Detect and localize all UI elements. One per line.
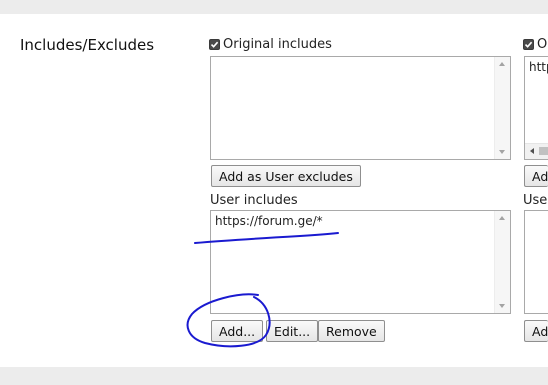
right-textarea-text: http: [529, 60, 548, 74]
right-checkbox-label: O: [537, 37, 548, 52]
scroll-up-icon[interactable]: [499, 216, 505, 220]
add-button[interactable]: Add...: [211, 320, 264, 342]
right-user-label: User: [523, 193, 548, 208]
scroll-down-icon[interactable]: [499, 150, 505, 154]
horizontal-scrollbar[interactable]: [525, 143, 548, 159]
scroll-up-icon[interactable]: [499, 62, 505, 66]
scrollbar-thumb[interactable]: [539, 147, 548, 155]
vertical-scrollbar[interactable]: [494, 211, 510, 313]
original-includes-label: Original includes: [223, 37, 332, 52]
remove-button[interactable]: Remove: [318, 320, 385, 342]
vertical-scrollbar[interactable]: [494, 57, 510, 159]
right-add-button[interactable]: Ad: [524, 165, 548, 187]
original-includes-textarea[interactable]: [210, 56, 511, 160]
original-includes-checkbox-row[interactable]: Original includes: [209, 37, 332, 52]
right-user-textarea[interactable]: [524, 210, 548, 314]
user-includes-text: https://forum.ge/*: [215, 214, 323, 228]
user-includes-textarea[interactable]: https://forum.ge/*: [210, 210, 511, 314]
scroll-left-icon[interactable]: [530, 148, 534, 154]
add-as-user-excludes-button[interactable]: Add as User excludes: [211, 165, 361, 187]
right-checkbox-row[interactable]: O: [523, 37, 547, 52]
checkbox-checked-icon[interactable]: [209, 39, 220, 50]
scroll-down-icon[interactable]: [499, 304, 505, 308]
user-includes-label: User includes: [210, 193, 298, 208]
edit-button[interactable]: Edit...: [266, 320, 319, 342]
right-bottom-add-button[interactable]: Ad: [524, 320, 548, 342]
section-title: Includes/Excludes: [20, 36, 155, 54]
checkbox-checked-icon[interactable]: [523, 39, 534, 50]
right-textarea[interactable]: http: [524, 56, 548, 160]
